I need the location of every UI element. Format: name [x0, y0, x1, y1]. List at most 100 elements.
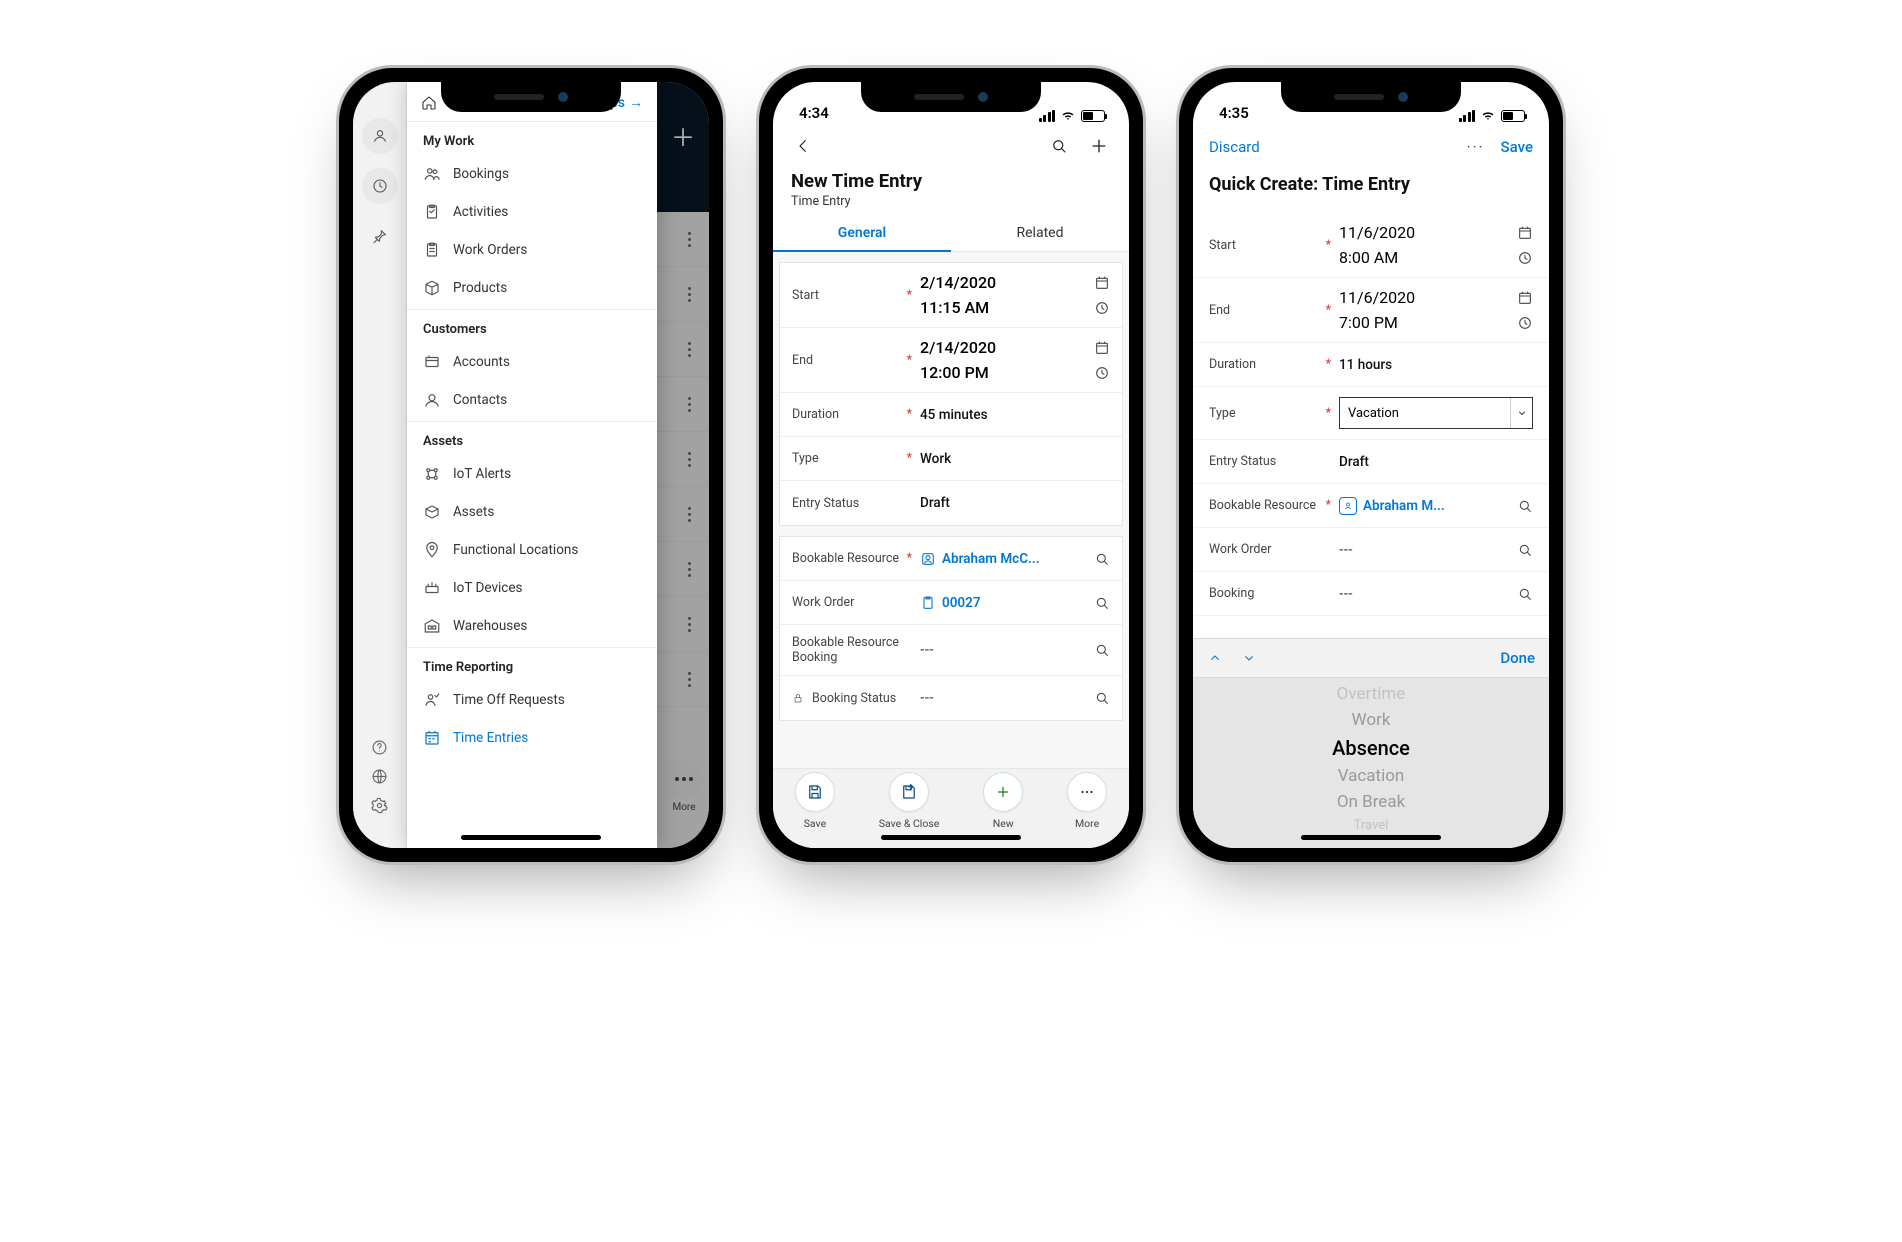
field-label: Bookable Resource	[1209, 498, 1316, 513]
rail-help-icon[interactable]	[371, 739, 388, 756]
phone-frame-1: ＋ More	[336, 65, 726, 865]
new-button[interactable]: New	[983, 772, 1023, 830]
field-value: ---	[920, 642, 1086, 658]
nav-label: Functional Locations	[453, 542, 578, 558]
rail-settings-icon[interactable]	[371, 797, 388, 814]
nav-label: Products	[453, 280, 507, 296]
field-value: 8:00 AM	[1339, 248, 1398, 267]
nav-label: IoT Alerts	[453, 466, 511, 482]
nav-label: Assets	[453, 504, 494, 520]
lookup-icon[interactable]	[1094, 551, 1110, 567]
field-work-order[interactable]: Work Order ---	[1193, 528, 1549, 572]
home-indicator	[1301, 835, 1441, 840]
signal-icon	[1459, 110, 1476, 122]
nav-item-products[interactable]: Products	[407, 269, 657, 307]
phone-frame-2: 4:34 New Time Entry T	[756, 65, 1146, 865]
field-label: Bookable Resource	[792, 551, 899, 566]
field-label: Booking Status	[812, 691, 896, 706]
field-type[interactable]: Type* Vacation	[1193, 387, 1549, 440]
add-icon[interactable]	[1087, 134, 1111, 158]
field-duration[interactable]: Duration* 45 minutes	[780, 393, 1122, 437]
picker-option[interactable]: Travel	[1354, 815, 1389, 836]
iot-alerts-icon	[423, 465, 441, 483]
save-close-button[interactable]: Save & Close	[879, 772, 940, 830]
nav-label: Warehouses	[453, 618, 527, 634]
status-time: 4:34	[799, 104, 829, 122]
nav-label: Contacts	[453, 392, 507, 408]
nav-item-functional-locations[interactable]: Functional Locations	[407, 531, 657, 569]
tab-general[interactable]: General	[773, 215, 951, 251]
nav-item-contacts[interactable]: Contacts	[407, 381, 657, 419]
field-bookable-resource[interactable]: Bookable Resource* Abraham M...	[1193, 484, 1549, 528]
nav-item-time-entries[interactable]: Time Entries	[407, 719, 657, 757]
picker-done[interactable]: Done	[1500, 649, 1535, 667]
nav-label: Work Orders	[453, 242, 527, 258]
nav-item-warehouses[interactable]: Warehouses	[407, 607, 657, 645]
picker-option[interactable]: Work	[1352, 707, 1391, 733]
field-value: 11:15 AM	[920, 298, 989, 317]
discard-button[interactable]: Discard	[1209, 138, 1260, 156]
field-value: Draft	[1339, 454, 1533, 470]
picker-option[interactable]: Vacation	[1338, 763, 1405, 789]
rail-pin-icon[interactable]	[362, 218, 398, 254]
nav-item-assets[interactable]: Assets	[407, 493, 657, 531]
lookup-icon[interactable]	[1517, 542, 1533, 558]
field-start[interactable]: Start* 11/6/2020 8:00 AM	[1193, 213, 1549, 278]
field-booking-status[interactable]: Booking Status ---	[780, 676, 1122, 720]
field-duration[interactable]: Duration* 11 hours	[1193, 343, 1549, 387]
lookup-icon[interactable]	[1517, 586, 1533, 602]
chevron-down-icon	[1510, 398, 1532, 428]
field-bookable-resource-booking[interactable]: Bookable Resource Booking ---	[780, 625, 1122, 676]
field-end[interactable]: End* 2/14/2020 12:00 PM	[780, 328, 1122, 393]
field-work-order[interactable]: Work Order 00027	[780, 581, 1122, 625]
more-icon[interactable]: ···	[1467, 138, 1485, 156]
resource-icon	[920, 551, 936, 567]
field-label: Type	[792, 451, 819, 466]
picker-prev[interactable]	[1207, 650, 1223, 666]
field-entry-status[interactable]: Entry Status Draft	[780, 481, 1122, 525]
rail-recent-icon[interactable]	[362, 168, 398, 204]
search-icon[interactable]	[1047, 134, 1071, 158]
arrow-right-icon: →	[629, 94, 643, 111]
field-label: Duration	[1209, 357, 1256, 372]
nav-item-time-off[interactable]: Time Off Requests	[407, 681, 657, 719]
field-bookable-resource[interactable]: Bookable Resource* Abraham McC...	[780, 537, 1122, 581]
nav-item-work-orders[interactable]: Work Orders	[407, 231, 657, 269]
field-label: End	[792, 353, 813, 368]
nav-item-bookings[interactable]: Bookings	[407, 155, 657, 193]
nav-item-activities[interactable]: Activities	[407, 193, 657, 231]
rail-profile-icon[interactable]	[362, 118, 398, 154]
lookup-icon[interactable]	[1517, 498, 1533, 514]
field-end[interactable]: End* 11/6/2020 7:00 PM	[1193, 278, 1549, 343]
lookup-icon[interactable]	[1094, 595, 1110, 611]
field-booking[interactable]: Booking ---	[1193, 572, 1549, 616]
field-value: ---	[1339, 586, 1509, 602]
picker-option[interactable]: Overtime	[1337, 681, 1406, 707]
picker-next[interactable]	[1241, 650, 1257, 666]
nav-item-iot-alerts[interactable]: IoT Alerts	[407, 455, 657, 493]
field-value: 45 minutes	[920, 407, 1110, 423]
clock-icon	[1094, 300, 1110, 316]
save-button[interactable]: Save	[1501, 138, 1533, 156]
lookup-icon[interactable]	[1094, 642, 1110, 658]
picker-toolbar: Done	[1193, 638, 1549, 678]
picker-option[interactable]: On Break	[1337, 789, 1405, 815]
picker-option-selected[interactable]: Absence	[1332, 733, 1410, 763]
more-button[interactable]: More	[1067, 772, 1107, 830]
lookup-icon[interactable]	[1094, 690, 1110, 706]
nav-item-accounts[interactable]: Accounts	[407, 343, 657, 381]
button-label: Save	[804, 817, 826, 830]
type-select[interactable]: Vacation	[1339, 397, 1533, 429]
save-button[interactable]: Save	[795, 772, 835, 830]
field-type[interactable]: Type* Work	[780, 437, 1122, 481]
section-assets: Assets	[407, 424, 657, 455]
tab-related[interactable]: Related	[951, 215, 1129, 251]
rail-globe-icon[interactable]	[371, 768, 388, 785]
picker-wheel[interactable]: Overtime Work Absence Vacation On Break …	[1193, 678, 1549, 848]
back-button[interactable]	[791, 134, 815, 158]
nav-item-iot-devices[interactable]: IoT Devices	[407, 569, 657, 607]
field-start[interactable]: Start* 2/14/2020 11:15 AM	[780, 263, 1122, 328]
field-entry-status[interactable]: Entry Status Draft	[1193, 440, 1549, 484]
field-label: Work Order	[1209, 542, 1271, 557]
wifi-icon	[1480, 109, 1496, 122]
